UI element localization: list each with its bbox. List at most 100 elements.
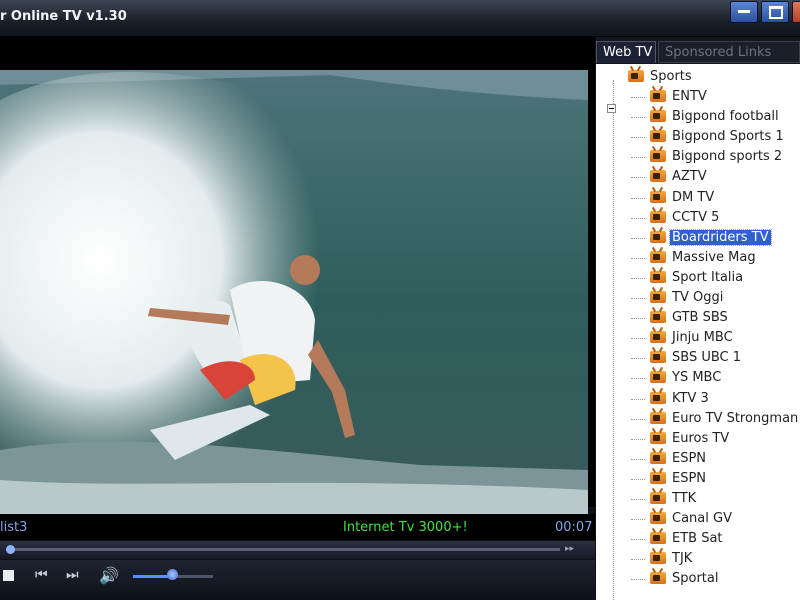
channel-label: SBS UBC 1 [672, 350, 742, 366]
channel-tree[interactable]: Sports ENTV Bigpond football Bigpond Sport… [596, 64, 800, 600]
tree-branch [631, 257, 645, 259]
channel-label: Bigpond football [672, 109, 779, 125]
seek-knob[interactable] [5, 545, 15, 554]
window-title: r Online TV v1.30 [0, 9, 127, 24]
volume-fill [133, 575, 169, 578]
stop-button[interactable] [3, 570, 14, 581]
minimize-button[interactable] [730, 1, 758, 23]
tv-icon [650, 391, 666, 404]
collapse-icon[interactable] [607, 104, 616, 113]
tree-branch [631, 398, 645, 400]
channel-label: Euros TV [672, 430, 730, 446]
channel-label: Sport Italia [672, 269, 744, 285]
tree-branch [631, 338, 645, 340]
maximize-icon [769, 6, 783, 19]
tv-icon [650, 170, 666, 183]
minimize-icon [738, 10, 750, 13]
channel-label: ENTV [672, 89, 707, 104]
tv-icon [650, 371, 666, 384]
tree-branch [631, 539, 645, 541]
channel-label: CCTV 5 [672, 209, 720, 225]
channel-label: GTB SBS [672, 310, 728, 326]
tv-icon [650, 130, 666, 143]
tree-connector [613, 80, 614, 600]
previous-button[interactable]: ⏮ [35, 567, 48, 583]
tv-icon [650, 291, 666, 303]
tv-icon [650, 411, 666, 424]
tree-branch [631, 499, 645, 500]
tree-branch [631, 97, 645, 98]
tv-icon [650, 210, 666, 223]
tv-icon [650, 250, 666, 263]
promo-text: Internet Tv 3000+! [343, 520, 468, 535]
volume-icon[interactable]: 🔊 [99, 566, 119, 585]
tv-icon [650, 311, 666, 324]
tab-sponsored-links[interactable]: Sponsored Links [658, 41, 800, 63]
tree-branch [631, 137, 645, 139]
video-area[interactable] [0, 37, 595, 530]
tree-branch [631, 177, 645, 179]
tv-icon [650, 451, 666, 464]
player-controls: ⏮ ⏭ 🔊 [0, 560, 595, 600]
channel-label: Canal GV [672, 511, 732, 527]
tv-icon [650, 351, 666, 364]
channel-label: Euro TV Strongman [672, 410, 799, 426]
tv-icon [650, 471, 666, 484]
channel-label: Jinju MBC [672, 330, 733, 346]
channel-label: Bigpond sports 2 [672, 149, 783, 165]
tree-branch [631, 277, 645, 279]
seek-track[interactable] [6, 548, 560, 551]
tree-branch [631, 298, 645, 299]
channel-label: TV Oggi [672, 290, 724, 305]
tv-icon [650, 552, 666, 565]
tv-icon [650, 150, 666, 163]
tree-branch [631, 438, 645, 440]
status-bar: list3 Internet Tv 3000+! 00:07 [0, 514, 595, 540]
tree-branch [631, 519, 645, 521]
playlist-label: list3 [0, 520, 28, 535]
channel-label: ESPN [672, 470, 707, 486]
tree-branch [631, 559, 645, 561]
tree-branch [631, 418, 645, 420]
tv-icon [650, 572, 666, 585]
tv-folder-icon [628, 70, 644, 82]
tv-icon [650, 190, 666, 203]
channel-label: ETB Sat [672, 531, 723, 547]
playback-time: 00:07 [555, 520, 593, 535]
tree-branch [631, 157, 645, 159]
tree-branch [631, 378, 645, 380]
tree-branch [631, 237, 645, 239]
channel-label: Boardriders TV [669, 228, 772, 246]
channel-label: Massive Mag [672, 249, 756, 265]
close-button[interactable] [792, 1, 800, 23]
channel-label: TJK [672, 551, 693, 567]
tv-icon [650, 492, 666, 504]
tab-web-tv[interactable]: Web TV [596, 41, 656, 63]
channel-label: Bigpond Sports 1 [672, 129, 784, 145]
channel-label: KTV 3 [672, 390, 709, 406]
volume-knob[interactable] [167, 569, 178, 580]
tree-branch [631, 318, 645, 320]
tv-icon [650, 512, 666, 525]
seek-bar[interactable]: ▸▸ [0, 541, 595, 559]
tree-branch [631, 117, 645, 119]
tree-branch [631, 458, 645, 460]
tree-branch [631, 217, 645, 219]
channel-label: ESPN [672, 450, 707, 466]
tv-icon [650, 110, 666, 123]
channel-label: YS MBC [672, 370, 722, 386]
tree-branch [631, 197, 645, 199]
tree-branch [631, 358, 645, 360]
fast-forward-icon[interactable]: ▸▸ [565, 544, 574, 554]
maximize-button[interactable] [761, 1, 789, 23]
tv-icon [650, 532, 666, 545]
channel-label: AZTV [672, 169, 707, 185]
video-frame[interactable] [0, 70, 588, 530]
title-bar: r Online TV v1.30 [0, 0, 800, 37]
channel-label: Sportal [672, 571, 719, 587]
next-button[interactable]: ⏭ [66, 567, 79, 583]
video-surfer-image [0, 70, 588, 530]
tv-icon [650, 230, 666, 243]
tree-branch [631, 478, 645, 480]
tv-icon [650, 431, 666, 444]
